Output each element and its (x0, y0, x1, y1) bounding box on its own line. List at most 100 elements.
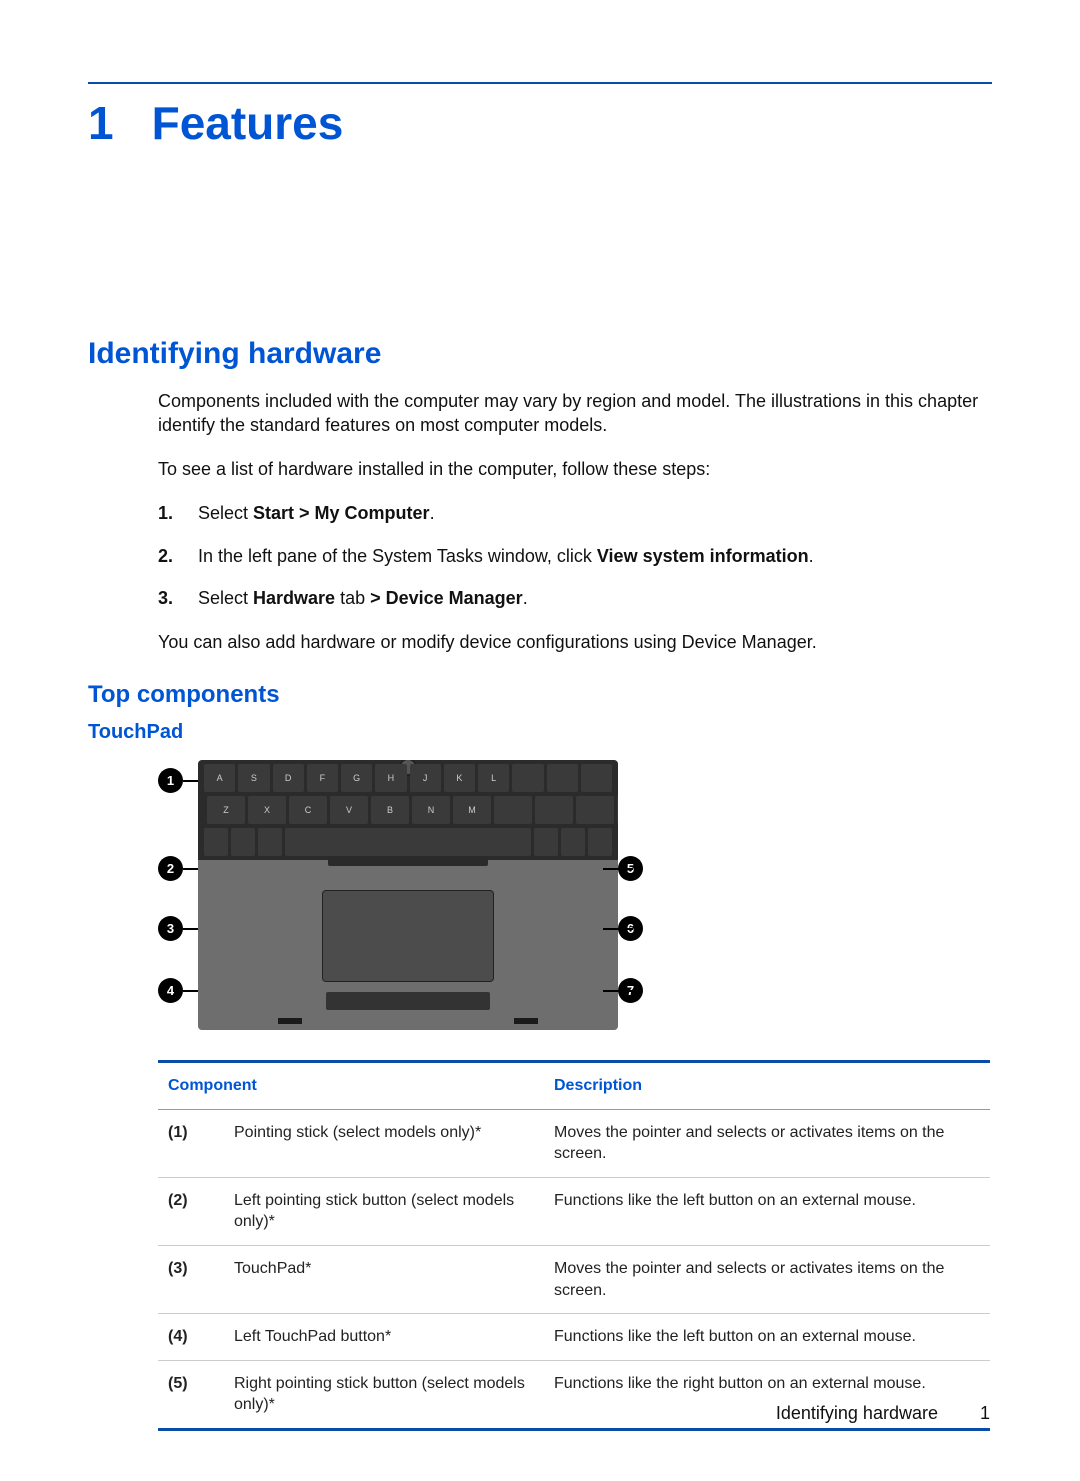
cell-component: Right pointing stick button (select mode… (224, 1360, 544, 1429)
key (547, 764, 578, 792)
step-text: . (523, 588, 528, 608)
keyboard-row: ASDFGHJKL (204, 764, 612, 792)
step-text: . (809, 546, 814, 566)
key: H (375, 764, 406, 792)
after-steps-paragraph: You can also add hardware or modify devi… (158, 630, 990, 654)
key: X (248, 796, 286, 824)
callout-line (603, 990, 633, 992)
chapter-title: Features (152, 92, 344, 154)
step-text: . (430, 503, 435, 523)
cell-component: Left pointing stick button (select model… (224, 1177, 544, 1245)
key (258, 828, 282, 856)
cell-component: Left TouchPad button* (224, 1314, 544, 1361)
step-bold: Hardware (253, 588, 335, 608)
key: L (478, 764, 509, 792)
key: S (238, 764, 269, 792)
scroll-zone-right (514, 1018, 538, 1024)
key: V (330, 796, 368, 824)
step-bold: View system information (597, 546, 809, 566)
key (581, 764, 612, 792)
th-component: Component (158, 1062, 544, 1110)
cell-index: (4) (158, 1314, 224, 1361)
callout-2: 2 (158, 856, 183, 881)
callouts-left: 1 2 3 4 (158, 760, 198, 1030)
touchpad-left-button (326, 992, 408, 1010)
body-content: Components included with the computer ma… (158, 389, 990, 655)
table-body: (1)Pointing stick (select models only)*M… (158, 1109, 990, 1429)
key: A (204, 764, 235, 792)
step-3: 3. Select Hardware tab > Device Manager. (158, 586, 990, 610)
key (561, 828, 585, 856)
cell-index: (3) (158, 1246, 224, 1314)
key (512, 764, 543, 792)
callout-1: 1 (158, 768, 183, 793)
intro-paragraph-1: Components included with the computer ma… (158, 389, 990, 438)
chapter-number: 1 (88, 92, 114, 154)
steps-list: 1. Select Start > My Computer. 2. In the… (158, 501, 990, 610)
cell-component: Pointing stick (select models only)* (224, 1109, 544, 1177)
touchpad-right-button (408, 992, 490, 1010)
key: D (273, 764, 304, 792)
step-2: 2. In the left pane of the System Tasks … (158, 544, 990, 568)
step-number: 1. (158, 501, 173, 525)
key: F (307, 764, 338, 792)
cell-description: Moves the pointer and selects or activat… (544, 1109, 990, 1177)
key: J (410, 764, 441, 792)
step-text: In the left pane of the System Tasks win… (198, 546, 597, 566)
step-text: tab (335, 588, 370, 608)
key: B (371, 796, 409, 824)
callout-4: 4 (158, 978, 183, 1003)
th-description: Description (544, 1062, 990, 1110)
key: N (412, 796, 450, 824)
key (576, 796, 614, 824)
step-text: Select (198, 588, 253, 608)
step-bold: Start > My Computer (253, 503, 430, 523)
subsubsection-touchpad: TouchPad (88, 719, 992, 746)
key: G (341, 764, 372, 792)
key (534, 828, 558, 856)
cell-description: Functions like the left button on an ext… (544, 1177, 990, 1245)
key: K (444, 764, 475, 792)
key: C (289, 796, 327, 824)
pointing-stick-right-button (398, 856, 488, 866)
step-1: 1. Select Start > My Computer. (158, 501, 990, 525)
scroll-zone-left (278, 1018, 302, 1024)
section-heading-identifying-hardware: Identifying hardware (88, 334, 992, 375)
keyboard-row (204, 828, 612, 856)
document-page: 1 Features Identifying hardware Componen… (0, 0, 1080, 1481)
intro-paragraph-2: To see a list of hardware installed in t… (158, 457, 990, 481)
footer-section-name: Identifying hardware (776, 1401, 938, 1425)
step-bold: > Device Manager (370, 588, 523, 608)
laptop-diagram: ASDFGHJKL ZXCVBNM (198, 760, 618, 1030)
step-number: 2. (158, 544, 173, 568)
cell-index: (5) (158, 1360, 224, 1429)
table-row: (4)Left TouchPad button*Functions like t… (158, 1314, 990, 1361)
callout-3: 3 (158, 916, 183, 941)
cell-description: Moves the pointer and selects or activat… (544, 1246, 990, 1314)
table-header-row: Component Description (158, 1062, 990, 1110)
callouts-right: 567 (618, 760, 658, 1030)
component-table: Component Description (1)Pointing stick … (158, 1060, 990, 1431)
callout-line (603, 868, 633, 870)
cell-component: TouchPad* (224, 1246, 544, 1314)
spacebar-key (285, 828, 531, 856)
key (588, 828, 612, 856)
page-footer: Identifying hardware 1 (776, 1401, 990, 1425)
cell-description: Functions like the left button on an ext… (544, 1314, 990, 1361)
subsection-top-components: Top components (88, 679, 992, 711)
cell-index: (2) (158, 1177, 224, 1245)
key: Z (207, 796, 245, 824)
component-table-wrap: Component Description (1)Pointing stick … (158, 1060, 990, 1431)
key (535, 796, 573, 824)
table-row: (1)Pointing stick (select models only)*M… (158, 1109, 990, 1177)
footer-page-number: 1 (980, 1401, 990, 1425)
touchpad-area (322, 890, 494, 982)
cell-index: (1) (158, 1109, 224, 1177)
step-number: 3. (158, 586, 173, 610)
keyboard-row: ZXCVBNM (204, 796, 612, 824)
callout-line (603, 928, 633, 930)
chapter-heading: 1 Features (88, 92, 992, 154)
key: M (453, 796, 491, 824)
table-row: (3)TouchPad*Moves the pointer and select… (158, 1246, 990, 1314)
key (494, 796, 532, 824)
